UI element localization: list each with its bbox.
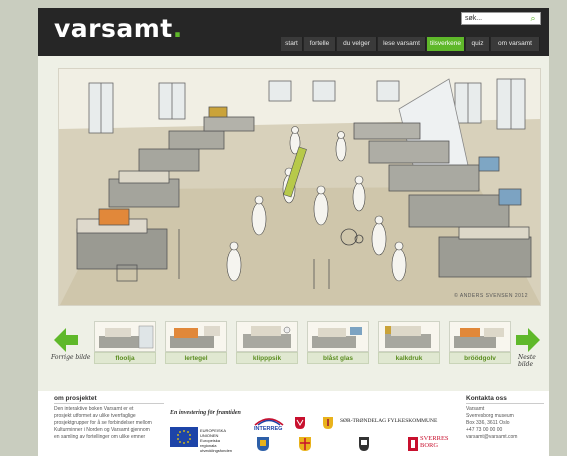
header-bar: varsamt. søk... ⌕ start fortelle du velg… bbox=[38, 8, 549, 56]
investment-title: En investering för framtiden bbox=[170, 410, 241, 416]
contact-line: +47 73 00 00 00 bbox=[466, 427, 503, 433]
divider bbox=[54, 403, 164, 404]
nav-tilsverkene[interactable]: tilsverkene bbox=[427, 37, 465, 51]
nav-start[interactable]: start bbox=[281, 37, 303, 51]
nav-du-velger[interactable]: du velger bbox=[337, 37, 377, 51]
about-line: en samling av fortellinger om ulike emne… bbox=[54, 434, 146, 440]
nav-lese-varsamt[interactable]: lese varsamt bbox=[378, 37, 426, 51]
carousel-thumb[interactable]: bröödgolv bbox=[449, 321, 511, 365]
ward-illustration bbox=[59, 69, 540, 305]
thumb-image[interactable] bbox=[94, 321, 156, 352]
search-icon[interactable]: ⌕ bbox=[527, 13, 539, 24]
sverres-borg-text: SVERRES BORG bbox=[420, 435, 449, 449]
about-line: Kulturminner i Norden og Varsamt gjennom bbox=[54, 427, 150, 433]
page: varsamt. søk... ⌕ start fortelle du velg… bbox=[38, 8, 549, 456]
carousel-thumb[interactable]: floolja bbox=[94, 321, 156, 365]
thumb-label[interactable]: lertegel bbox=[165, 352, 227, 364]
contact-line: Sverresborg museum bbox=[466, 413, 514, 419]
thumb-image[interactable] bbox=[378, 321, 440, 352]
main-nav: start fortelle du velger lese varsamt ti… bbox=[38, 37, 549, 51]
interreg-logo: INTERREG bbox=[254, 418, 284, 431]
thumb-image[interactable] bbox=[449, 321, 511, 352]
thumb-label[interactable]: floolja bbox=[94, 352, 156, 364]
nav-fortelle[interactable]: fortelle bbox=[304, 37, 336, 51]
thumb-label[interactable]: kalkdruk bbox=[378, 352, 440, 364]
crest-icon bbox=[299, 437, 311, 451]
nav-om-varsamt[interactable]: om varsamt bbox=[491, 37, 540, 51]
thumb-label[interactable]: blåst glas bbox=[307, 352, 369, 364]
hero-illustration: © ANDERS SVENSEN 2012 bbox=[58, 68, 541, 306]
carousel-thumb[interactable]: lertegel bbox=[165, 321, 227, 365]
carousel-thumb[interactable]: kalkdruk bbox=[378, 321, 440, 365]
contact-link[interactable]: varsamt@varsamt.com bbox=[466, 434, 546, 441]
thumb-image[interactable] bbox=[165, 321, 227, 352]
contact-title: Kontakta oss bbox=[466, 395, 507, 402]
shield-icon bbox=[323, 417, 333, 429]
thumb-image[interactable] bbox=[307, 321, 369, 352]
thumb-label[interactable]: bröödgolv bbox=[449, 352, 511, 364]
thumb-image[interactable] bbox=[236, 321, 298, 352]
carousel-thumb[interactable]: blåst glas bbox=[307, 321, 369, 365]
thumb-label[interactable]: klipppsik bbox=[236, 352, 298, 364]
svg-text:INTERREG: INTERREG bbox=[254, 426, 282, 431]
prev-arrow-icon[interactable] bbox=[52, 326, 80, 354]
contact-line: Box 336, 3611 Oslo bbox=[466, 420, 510, 426]
about-line: prosjektgrupper for å se forbindelser me… bbox=[54, 420, 152, 426]
eu-text: EUROPEISKA UNIONEN Europeiska regionala … bbox=[200, 428, 232, 453]
crest-icon bbox=[359, 437, 369, 451]
contact-line: Varsamt bbox=[466, 406, 485, 412]
eu-line: utvecklingsfonden bbox=[200, 448, 233, 453]
eu-flag-icon bbox=[170, 427, 198, 447]
carousel-thumb[interactable]: klipppsik bbox=[236, 321, 298, 365]
next-arrow-icon[interactable] bbox=[514, 326, 542, 354]
about-line: Den interaktive boken Varsamt er et bbox=[54, 406, 134, 412]
next-label[interactable]: Neste bilde bbox=[518, 354, 549, 368]
about-title: om prosjektet bbox=[54, 395, 97, 402]
divider bbox=[466, 403, 544, 404]
coat-of-arms-icon bbox=[295, 417, 305, 429]
about-line: prosjekt utformet av ulike tverrfaglige bbox=[54, 413, 136, 419]
illustration-credit: © ANDERS SVENSEN 2012 bbox=[454, 293, 528, 299]
prev-label[interactable]: Forrige bilde bbox=[51, 354, 90, 361]
contact-text: Varsamt Sverresborg museum Box 336, 3611… bbox=[466, 406, 546, 441]
about-text: Den interaktive boken Varsamt er et pros… bbox=[54, 406, 164, 441]
crest-icon bbox=[257, 437, 269, 451]
nav-quiz[interactable]: quiz bbox=[466, 37, 490, 51]
sor-trondelag-logo: SØR-TRØNDELAG FYLKESKOMMUNE bbox=[340, 418, 438, 424]
